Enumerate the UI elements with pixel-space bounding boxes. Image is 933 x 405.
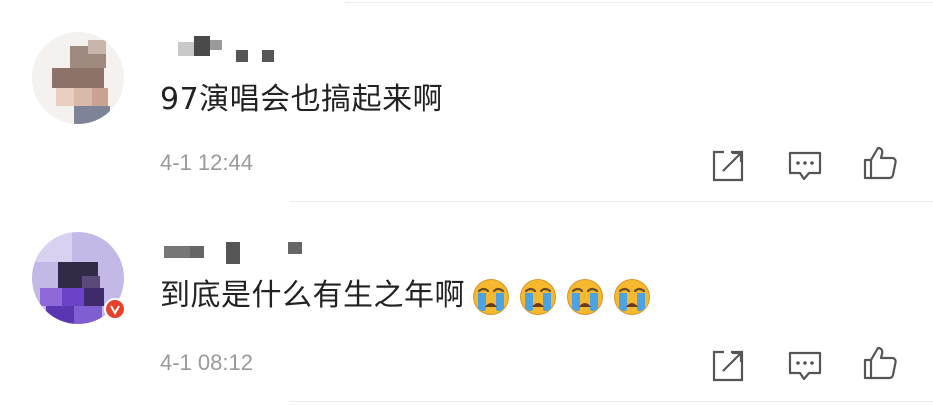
comment-timestamp: 4-1 12:44 <box>160 150 253 175</box>
emoji-row <box>471 276 659 317</box>
comment-text: 到底是什么有生之年啊 <box>160 276 659 317</box>
comment-icon <box>788 151 822 181</box>
reply-button[interactable] <box>786 346 824 384</box>
comment-text-body: 到底是什么有生之年啊 <box>160 278 465 313</box>
crying-face-icon <box>614 278 650 315</box>
verified-badge <box>104 298 126 320</box>
share-button[interactable] <box>710 346 748 384</box>
reply-button[interactable] <box>786 146 824 184</box>
share-button[interactable] <box>710 146 748 184</box>
like-button[interactable] <box>861 344 899 382</box>
comment-divider <box>290 201 933 202</box>
top-divider <box>345 2 933 3</box>
crying-face-icon <box>520 278 556 315</box>
bottom-divider <box>290 401 933 402</box>
crying-face-icon <box>473 278 509 315</box>
crying-face-icon <box>567 278 603 315</box>
like-icon <box>863 146 897 180</box>
avatar[interactable] <box>32 32 124 124</box>
comment-timestamp: 4-1 08:12 <box>160 350 253 375</box>
share-icon <box>712 150 744 182</box>
comment-icon <box>788 351 822 381</box>
v-badge-icon <box>110 305 120 316</box>
share-icon <box>712 350 744 382</box>
username-redacted[interactable] <box>178 36 288 62</box>
comment-text: 97演唱会也搞起来啊 <box>160 82 444 117</box>
like-button[interactable] <box>861 144 899 182</box>
like-icon <box>863 346 897 380</box>
username-redacted[interactable] <box>160 238 310 264</box>
